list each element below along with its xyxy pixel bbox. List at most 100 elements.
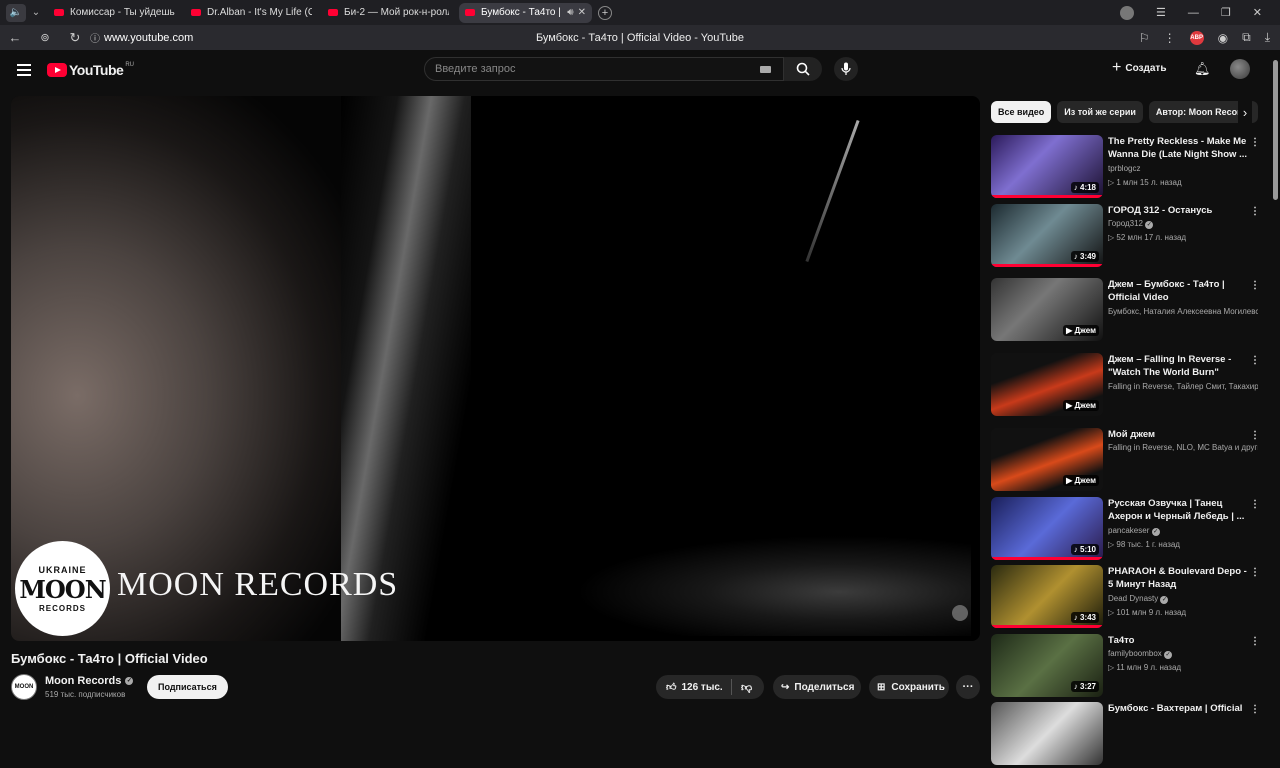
search-placeholder: Введите запрос — [435, 63, 516, 75]
video-title[interactable]: Та4то — [1108, 634, 1248, 647]
channel-name[interactable]: Falling in Reverse, Тайлер Смит, Такахир… — [1108, 382, 1258, 391]
site-info-icon[interactable]: ⓘ — [90, 30, 100, 45]
video-thumbnail[interactable]: ♪ 4:18 — [991, 135, 1103, 198]
more-options-icon[interactable]: ⋮ — [1250, 430, 1260, 441]
video-title[interactable]: ГОРОД 312 - Останусь — [1108, 204, 1248, 217]
channel-name[interactable]: Бумбокс, Наталия Алексеевна Могилевская,… — [1108, 307, 1258, 316]
notifications-bell-icon[interactable]: 🔔︎ — [1194, 61, 1211, 77]
browser-tab[interactable]: Би-2 — Мой рок-н-ролл ( — [322, 3, 455, 23]
close-tab-icon[interactable]: ✕ — [578, 7, 586, 18]
profile-icon[interactable] — [1120, 5, 1135, 20]
channel-name[interactable]: Dead Dynasty ✓ — [1108, 594, 1258, 604]
video-thumbnail[interactable]: ♪ 3:43 — [991, 565, 1103, 628]
new-tab-button[interactable]: + — [598, 5, 612, 20]
video-thumbnail[interactable]: ▶ Джем — [991, 278, 1103, 341]
video-title[interactable]: Джем – Бумбокс - Та4то | Official Video — [1108, 278, 1248, 304]
channel-name[interactable]: pancakeser ✓ — [1108, 526, 1258, 536]
video-thumbnail[interactable]: ♪ 3:49 — [991, 204, 1103, 267]
video-thumbnail[interactable]: ▶ Джем — [991, 428, 1103, 491]
video-thumbnail[interactable] — [991, 702, 1103, 765]
more-options-icon[interactable]: ⋮ — [1250, 499, 1260, 510]
subscriber-count: 519 тыс. подписчиков — [45, 690, 126, 699]
voice-search-button[interactable] — [834, 57, 858, 81]
share-button[interactable]: ↪ Поделиться — [773, 675, 861, 699]
video-title[interactable]: Русская Озвучка | Танец Ахерон и Черный … — [1108, 497, 1248, 523]
more-options-icon[interactable]: ⋮ — [1250, 280, 1260, 291]
recommended-video[interactable]: Бумбокс - Вахтерам | Official ⋮ — [991, 702, 1266, 768]
video-title[interactable]: PHARAOH & Boulevard Depo - 5 Минут Назад — [1108, 565, 1248, 591]
save-button[interactable]: ⊞ Сохранить — [869, 675, 949, 699]
video-thumbnail[interactable]: ♪ 5:10 — [991, 497, 1103, 560]
collections-icon[interactable]: ⧉ — [1242, 30, 1251, 45]
filter-chip[interactable]: Все видео — [991, 101, 1052, 123]
verified-check-icon: ✓ — [125, 677, 134, 685]
filter-chip[interactable]: Из той же серии — [1057, 101, 1143, 123]
logo-text: YouTube — [69, 62, 124, 78]
more-vertical-icon[interactable]: ⋮ — [1164, 31, 1176, 45]
chips-next-arrow-icon[interactable]: › — [1238, 101, 1252, 123]
back-arrow-icon[interactable]: ← — [0, 30, 30, 45]
shield-icon[interactable]: ⊚ — [30, 31, 60, 44]
search-input[interactable]: Введите запрос — [424, 57, 784, 81]
recommended-video[interactable]: ▶ Джем Мой джем Falling in Reverse, NLO, M… — [991, 428, 1266, 494]
browser-tab[interactable]: Комиссар - Ты уйдешь - Y — [48, 3, 181, 23]
speaker-icon[interactable]: 🔈 — [6, 3, 26, 22]
tab-list-chevron-icon[interactable]: ⌄ — [28, 4, 44, 22]
browser-tab[interactable]: Dr.Alban - It's My Life (Offi — [185, 3, 318, 23]
more-actions-button[interactable]: ··· — [956, 675, 980, 699]
more-options-icon[interactable]: ⋮ — [1250, 704, 1260, 715]
channel-avatar[interactable]: MOON — [11, 674, 37, 700]
maximize-icon[interactable]: ❐ — [1221, 6, 1231, 19]
more-options-icon[interactable]: ⋮ — [1250, 355, 1260, 366]
video-thumbnail[interactable]: ♪ 3:27 — [991, 634, 1103, 697]
channel-name[interactable]: Moon Records ✓ — [45, 675, 134, 687]
recommended-video[interactable]: ♪ 3:27 Та4то familyboombox ✓ ▷ 11 млн 9 л. … — [991, 634, 1266, 700]
search-button[interactable] — [784, 57, 822, 81]
menu-icon[interactable]: ☰ — [1156, 6, 1166, 19]
video-title[interactable]: The Pretty Reckless - Make Me Wanna Die … — [1108, 135, 1248, 161]
channel-name[interactable]: tprblogcz — [1108, 164, 1258, 173]
youtube-favicon-icon — [328, 9, 338, 16]
recommended-video[interactable]: ▶ Джем Джем – Бумбокс - Та4то | Official … — [991, 278, 1266, 344]
channel-name[interactable]: familyboombox ✓ — [1108, 649, 1258, 659]
more-options-icon[interactable]: ⋮ — [1250, 206, 1260, 217]
youtube-logo[interactable]: YouTube RU — [47, 62, 134, 78]
video-title[interactable]: Джем – Falling In Reverse - "Watch The W… — [1108, 353, 1248, 379]
more-options-icon[interactable]: ⋮ — [1250, 567, 1260, 578]
keyboard-icon[interactable] — [760, 66, 771, 73]
media-icon[interactable]: ◉ — [1218, 31, 1228, 45]
recommended-video[interactable]: ▶ Джем Джем – Falling In Reverse - "Watch… — [991, 353, 1266, 419]
browser-tab[interactable]: Бумбокс - Та4то | Off 🔊︎ ✕ — [459, 2, 592, 23]
account-avatar[interactable] — [1230, 59, 1250, 79]
channel-name[interactable]: Falling in Reverse, NLO, MC Batya и друг… — [1108, 443, 1258, 452]
subscribe-button[interactable]: Подписаться — [147, 675, 228, 699]
create-button[interactable]: + Создать — [1112, 60, 1166, 76]
bookmark-icon[interactable]: ⚐ — [1139, 31, 1150, 45]
channel-watermark-icon[interactable] — [952, 605, 968, 621]
video-title[interactable]: Мой джем — [1108, 428, 1248, 441]
channel-name[interactable]: Город312 ✓ — [1108, 219, 1258, 229]
close-window-icon[interactable]: ✕ — [1253, 6, 1262, 19]
recommended-video[interactable]: ♪ 3:43 PHARAOH & Boulevard Depo - 5 Минут… — [991, 565, 1266, 631]
like-button[interactable]: 👍︎ 126 тыс. — [656, 679, 732, 695]
more-options-icon[interactable]: ⋮ — [1250, 137, 1260, 148]
download-icon[interactable]: ⤓ — [1265, 30, 1270, 45]
scrollbar-thumb[interactable] — [1273, 60, 1278, 200]
video-player[interactable]: UKRAINE MOON RECORDS MOON RECORDS — [11, 96, 980, 641]
youtube-favicon-icon — [54, 9, 64, 16]
recommended-video[interactable]: ♪ 3:49 ГОРОД 312 - Останусь Город312 ✓ ▷ 52… — [991, 204, 1266, 270]
dislike-button[interactable]: 👎︎ — [732, 681, 752, 694]
adblock-icon[interactable]: ABP — [1189, 30, 1204, 45]
recommended-video[interactable]: ♪ 4:18 The Pretty Reckless - Make Me Wann… — [991, 135, 1266, 201]
video-thumbnail[interactable]: ▶ Джем — [991, 353, 1103, 416]
recommended-video[interactable]: ♪ 5:10 Русская Озвучка | Танец Ахерон и Ч… — [991, 497, 1266, 563]
reload-icon[interactable]: ↻ — [60, 30, 90, 46]
tab-title: Dr.Alban - It's My Life (Offi — [207, 7, 312, 18]
minimize-icon[interactable]: — — [1188, 7, 1199, 19]
hamburger-menu-icon[interactable] — [17, 64, 31, 76]
url-text[interactable]: www.youtube.com — [104, 32, 193, 44]
video-title[interactable]: Бумбокс - Вахтерам | Official — [1108, 702, 1248, 715]
more-options-icon[interactable]: ⋮ — [1250, 636, 1260, 647]
video-frame-hair — [341, 96, 471, 641]
speaker-small-icon[interactable]: 🔊︎ — [567, 7, 573, 18]
